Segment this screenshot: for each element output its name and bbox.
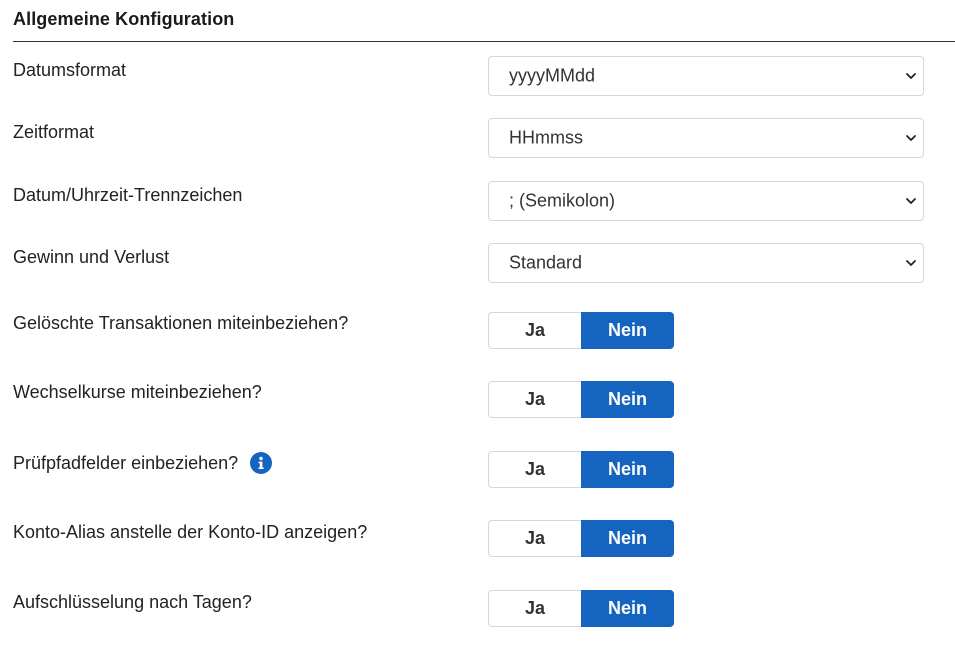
date-format-label: Datumsformat xyxy=(13,60,127,80)
daily-breakdown-toggle: Ja Nein xyxy=(488,590,674,627)
separator-select[interactable]: ; (Semikolon) xyxy=(488,181,924,221)
audit-fields-label: Prüfpfadfelder einbeziehen? xyxy=(13,452,239,473)
time-format-label: Zeitformat xyxy=(13,122,95,142)
date-format-select[interactable]: yyyyMMdd xyxy=(488,56,924,96)
chevron-down-icon xyxy=(906,135,916,141)
info-icon[interactable] xyxy=(250,452,273,474)
exchange-rates-ja-button[interactable]: Ja xyxy=(488,381,581,418)
section-divider xyxy=(13,41,955,42)
exchange-rates-nein-button[interactable]: Nein xyxy=(581,381,674,418)
deleted-transactions-nein-button[interactable]: Nein xyxy=(581,312,674,349)
audit-fields-label-row: Prüfpfadfelder einbeziehen? xyxy=(13,452,273,474)
time-format-value: HHmmss xyxy=(509,127,583,148)
audit-fields-ja-button[interactable]: Ja xyxy=(488,451,581,488)
account-alias-label: Konto-Alias anstelle der Konto-ID anzeig… xyxy=(13,522,368,542)
chevron-down-icon xyxy=(906,73,916,79)
time-format-select[interactable]: HHmmss xyxy=(488,118,924,158)
exchange-rates-label: Wechselkurse miteinbeziehen? xyxy=(13,382,262,402)
config-page: Allgemeine Konfiguration Datumsformat yy… xyxy=(0,0,955,648)
deleted-transactions-label: Gelöschte Transaktionen miteinbeziehen? xyxy=(13,313,349,333)
deleted-transactions-toggle: Ja Nein xyxy=(488,312,674,349)
exchange-rates-toggle: Ja Nein xyxy=(488,381,674,418)
deleted-transactions-ja-button[interactable]: Ja xyxy=(488,312,581,349)
profit-loss-select[interactable]: Standard xyxy=(488,243,924,283)
chevron-down-icon xyxy=(906,198,916,204)
daily-breakdown-label: Aufschlüsselung nach Tagen? xyxy=(13,592,252,612)
daily-breakdown-ja-button[interactable]: Ja xyxy=(488,590,581,627)
account-alias-toggle: Ja Nein xyxy=(488,520,674,557)
audit-fields-nein-button[interactable]: Nein xyxy=(581,451,674,488)
date-format-value: yyyyMMdd xyxy=(509,65,596,86)
audit-fields-toggle: Ja Nein xyxy=(488,451,674,488)
account-alias-nein-button[interactable]: Nein xyxy=(581,520,674,557)
chevron-down-icon xyxy=(906,260,916,266)
section-title: Allgemeine Konfiguration xyxy=(13,9,235,29)
separator-value: ; (Semikolon) xyxy=(509,190,616,211)
profit-loss-label: Gewinn und Verlust xyxy=(13,247,170,267)
account-alias-ja-button[interactable]: Ja xyxy=(488,520,581,557)
separator-label: Datum/Uhrzeit-Trennzeichen xyxy=(13,185,243,205)
profit-loss-value: Standard xyxy=(509,252,583,273)
daily-breakdown-nein-button[interactable]: Nein xyxy=(581,590,674,627)
